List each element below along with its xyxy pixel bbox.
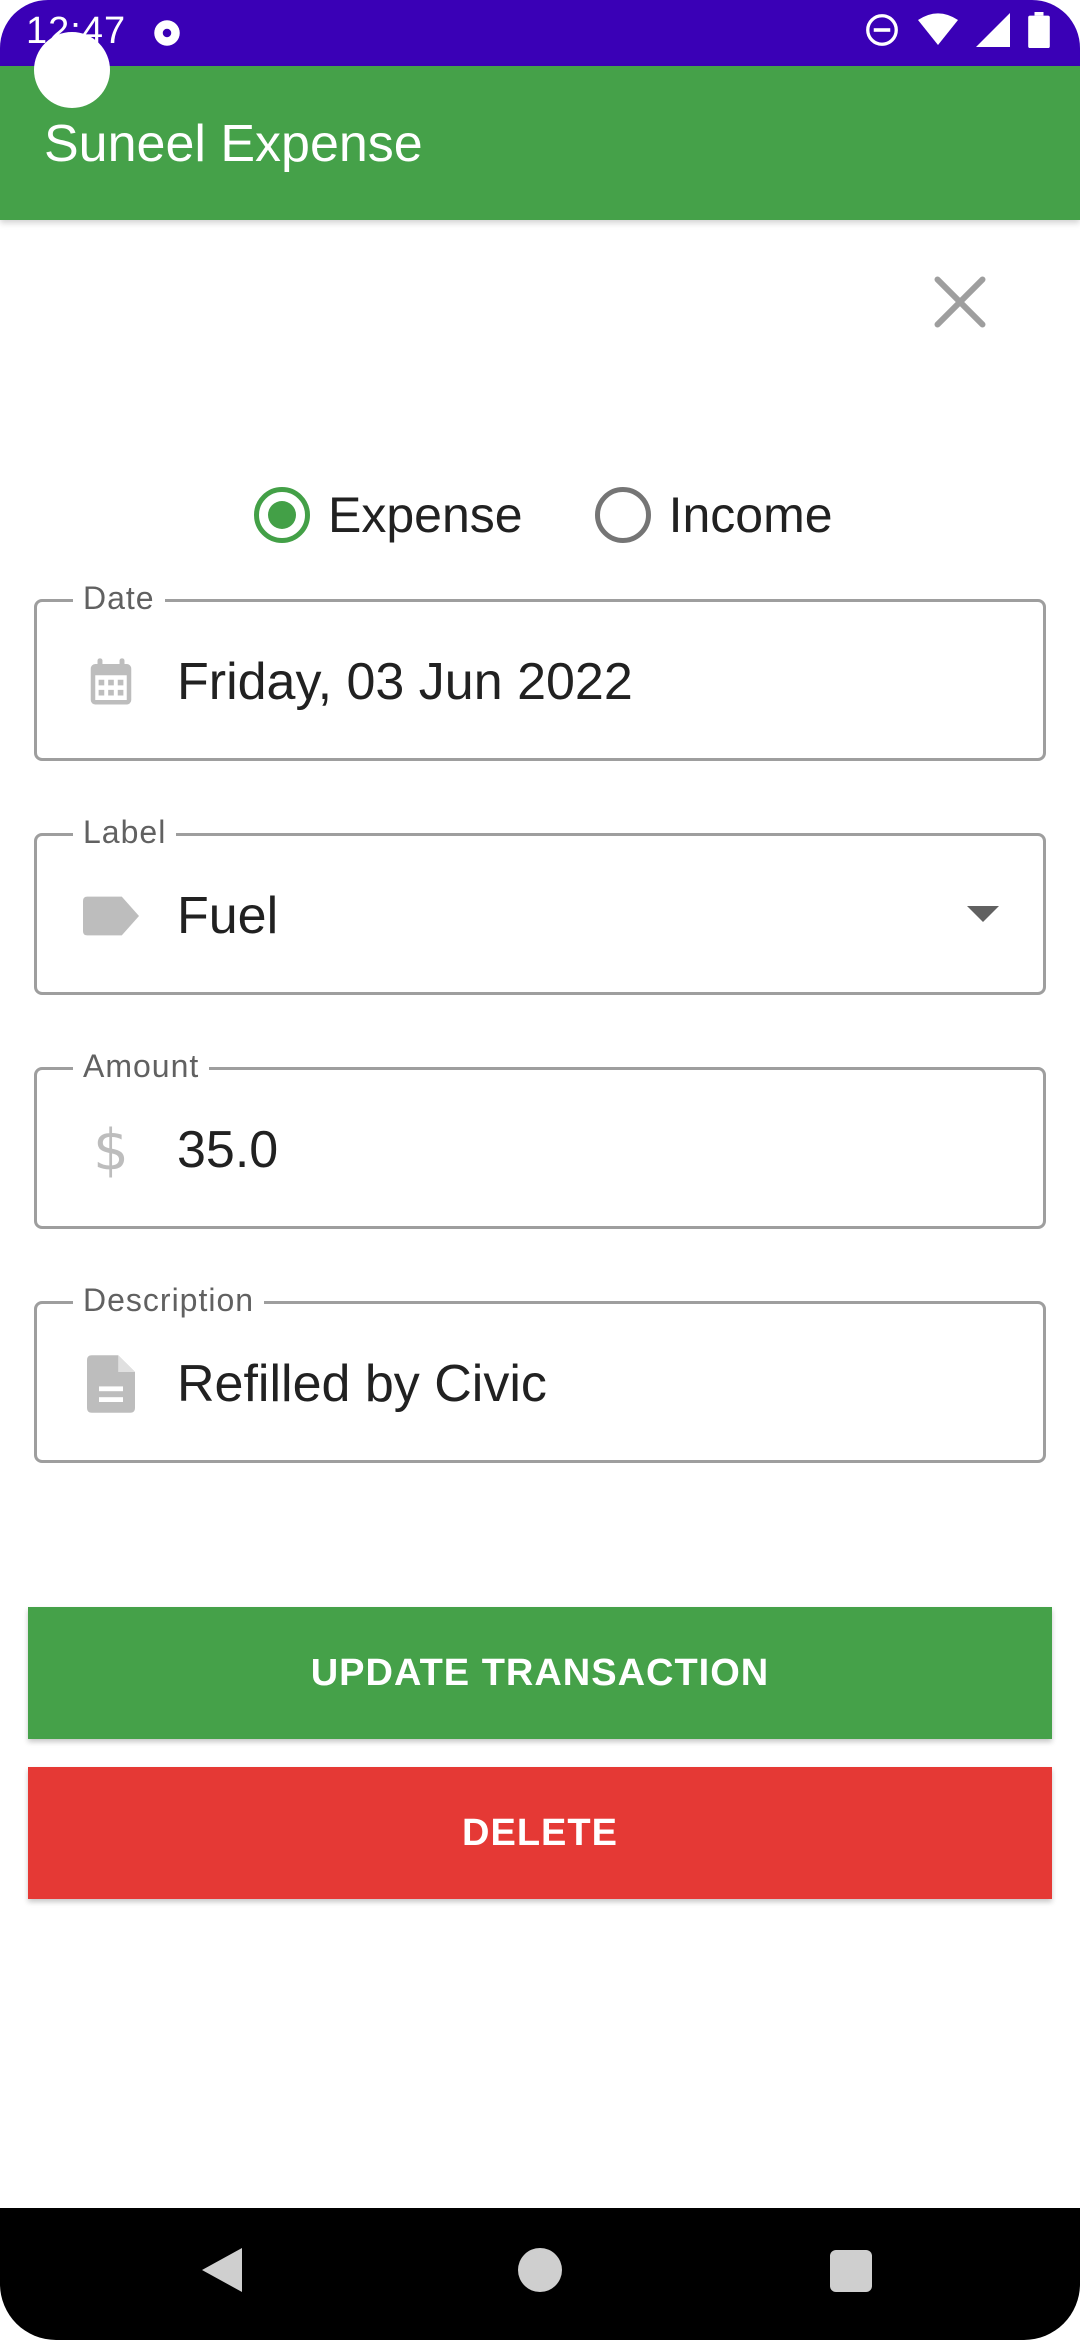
label-dropdown-value: Fuel (177, 887, 279, 945)
radio-expense[interactable]: Expense (254, 486, 523, 544)
dollar-icon: $ (83, 1118, 139, 1183)
media-icon (154, 20, 180, 46)
tag-icon (83, 888, 139, 944)
dollar-glyph: $ (93, 1117, 129, 1183)
dropdown-arrow-icon[interactable] (967, 906, 999, 922)
app-title: Suneel Expense (44, 115, 423, 173)
amount-field-label: Amount (73, 1048, 210, 1085)
label-dropdown-label: Label (73, 814, 177, 851)
radio-income[interactable]: Income (594, 486, 833, 544)
signal-icon (976, 13, 1010, 47)
description-field-label: Description (73, 1282, 265, 1319)
status-icons (864, 12, 1050, 48)
label-dropdown[interactable]: Label Fuel (34, 814, 1046, 995)
date-field-label: Date (73, 580, 165, 617)
amount-field-value: 35.0 (177, 1121, 279, 1179)
wifi-icon (918, 13, 958, 46)
app-bar: Suneel Expense (0, 66, 1080, 220)
radio-expense-circle[interactable] (254, 487, 310, 543)
do-not-disturb-icon (866, 14, 898, 46)
radio-income-circle[interactable] (594, 487, 651, 543)
radio-expense-label: Expense (328, 487, 523, 543)
navigation-bar (0, 2208, 1080, 2340)
update-transaction-button[interactable]: UPDATE TRANSACTION (28, 1607, 1052, 1739)
description-field-value: Refilled by Civic (177, 1355, 547, 1413)
back-icon[interactable] (202, 2248, 242, 2292)
delete-button[interactable]: DELETE (28, 1767, 1052, 1899)
battery-icon (1028, 12, 1050, 48)
radio-income-label: Income (668, 487, 833, 543)
close-icon (934, 276, 986, 328)
camera-cutout (34, 32, 110, 108)
calendar-icon (83, 654, 139, 710)
home-icon[interactable] (518, 2248, 562, 2292)
date-field[interactable]: Date Friday, 03 Jun 2022 (34, 580, 1046, 761)
document-icon (83, 1355, 139, 1413)
transaction-type-radio-group: Expense Income (254, 486, 833, 544)
date-field-value: Friday, 03 Jun 2022 (177, 653, 633, 711)
status-bar: 12:47 (0, 0, 1080, 66)
recents-icon[interactable] (830, 2250, 872, 2292)
description-field[interactable]: Description Refilled by Civic (34, 1282, 1046, 1463)
amount-field[interactable]: Amount $ 35.0 (34, 1048, 1046, 1229)
close-button[interactable] (920, 262, 1000, 342)
